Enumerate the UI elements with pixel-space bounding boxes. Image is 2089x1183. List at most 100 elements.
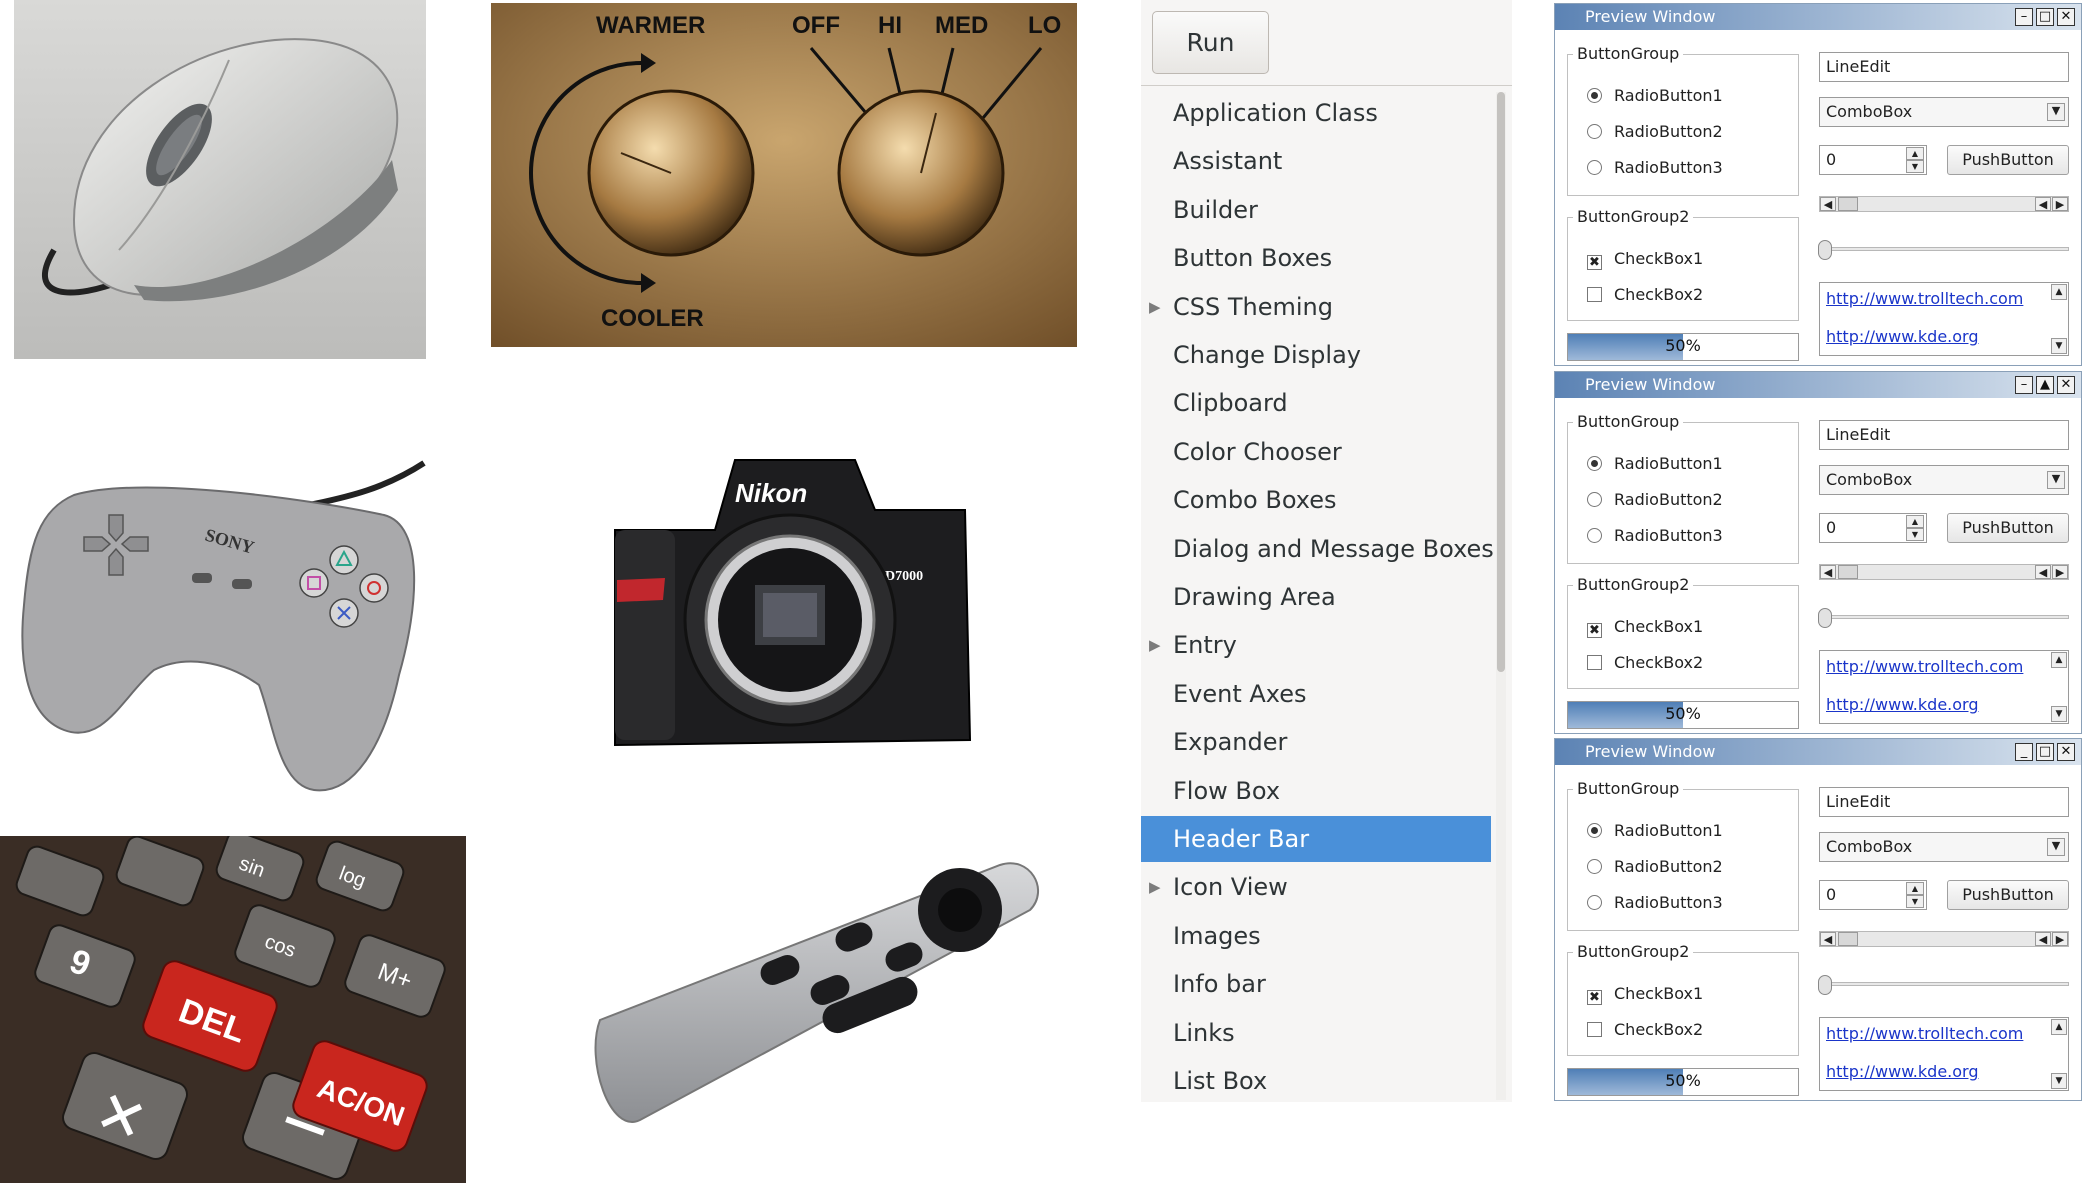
checkbox[interactable]: ✖ CheckBox1	[1587, 615, 1703, 639]
chevron-down-icon[interactable]: ▼	[2047, 103, 2065, 121]
slider-handle[interactable]	[1818, 240, 1832, 260]
maximize-icon[interactable]: □	[2036, 8, 2054, 26]
demo-list-item[interactable]: Images	[1141, 913, 1491, 959]
demo-list-item[interactable]: ▶ Entry	[1141, 622, 1491, 668]
demo-list-item[interactable]: Clipboard	[1141, 380, 1491, 426]
spin-box[interactable]: 0 ▲ ▼	[1819, 880, 1927, 910]
radio-button[interactable]: RadioButton2	[1587, 488, 1723, 512]
spin-up-icon[interactable]: ▲	[1906, 515, 1924, 528]
demo-list-item[interactable]: Assistant	[1141, 138, 1491, 184]
maximize-icon[interactable]: ▲	[2036, 376, 2054, 394]
radio-button[interactable]: RadioButton3	[1587, 524, 1723, 548]
spin-box[interactable]: 0 ▲ ▼	[1819, 145, 1927, 175]
radio-button[interactable]: RadioButton3	[1587, 891, 1723, 915]
scroll-left-icon[interactable]: ◀	[1820, 565, 1836, 579]
scroll-down-icon[interactable]: ▼	[2051, 1073, 2067, 1089]
link-trolltech[interactable]: http://www.trolltech.com	[1826, 1024, 2068, 1044]
close-icon[interactable]: ✕	[2057, 743, 2075, 761]
scroll-right-icon[interactable]: ▶	[2052, 565, 2068, 579]
horizontal-slider[interactable]	[1818, 975, 2069, 995]
scrollbar-thumb[interactable]	[1838, 932, 1858, 946]
demo-list-item[interactable]: Combo Boxes	[1141, 477, 1491, 523]
horizontal-slider[interactable]	[1818, 240, 2069, 260]
radio-button[interactable]: RadioButton2	[1587, 855, 1723, 879]
demo-list-scrollbar-thumb[interactable]	[1497, 92, 1505, 672]
checkbox[interactable]: CheckBox2	[1587, 651, 1703, 675]
radio-indicator-icon[interactable]	[1587, 124, 1602, 139]
spin-down-icon[interactable]: ▼	[1906, 895, 1924, 908]
scroll-left-icon[interactable]: ◀	[1820, 932, 1836, 946]
window-titlebar[interactable]: Preview Window – ▲ ✕	[1555, 372, 2081, 398]
line-edit-field[interactable]: LineEdit	[1819, 420, 2069, 450]
checkbox-indicator-icon[interactable]	[1587, 287, 1602, 302]
line-edit-field[interactable]: LineEdit	[1819, 52, 2069, 82]
radio-indicator-icon[interactable]	[1587, 528, 1602, 543]
demo-list-item[interactable]: Links	[1141, 1010, 1491, 1056]
radio-button[interactable]: RadioButton3	[1587, 156, 1723, 180]
scroll-down-icon[interactable]: ▼	[2051, 338, 2067, 354]
demo-list-item[interactable]: Color Chooser	[1141, 429, 1491, 475]
link-kde[interactable]: http://www.kde.org	[1826, 327, 2068, 347]
checkbox-indicator-icon[interactable]: ✖	[1587, 990, 1602, 1005]
radio-indicator-icon[interactable]	[1587, 823, 1602, 838]
radio-button[interactable]: RadioButton2	[1587, 120, 1723, 144]
expander-arrow-icon[interactable]: ▶	[1149, 864, 1161, 910]
radio-indicator-icon[interactable]	[1587, 160, 1602, 175]
minimize-icon[interactable]: –	[2015, 376, 2033, 394]
demo-list-item[interactable]: Dialog and Message Boxes	[1141, 526, 1494, 572]
slider-handle[interactable]	[1818, 975, 1832, 995]
radio-indicator-icon[interactable]	[1587, 895, 1602, 910]
demo-list-item[interactable]: Header Bar	[1141, 816, 1491, 862]
radio-indicator-icon[interactable]	[1587, 492, 1602, 507]
window-titlebar[interactable]: Preview Window – □ ✕	[1555, 4, 2081, 30]
radio-indicator-icon[interactable]	[1587, 859, 1602, 874]
link-trolltech[interactable]: http://www.trolltech.com	[1826, 657, 2068, 677]
horizontal-slider[interactable]	[1818, 608, 2069, 628]
spin-box[interactable]: 0 ▲ ▼	[1819, 513, 1927, 543]
checkbox[interactable]: ✖ CheckBox1	[1587, 247, 1703, 271]
demo-list-item[interactable]: ▶ CSS Theming	[1141, 284, 1491, 330]
checkbox[interactable]: CheckBox2	[1587, 1018, 1703, 1042]
checkbox[interactable]: CheckBox2	[1587, 283, 1703, 307]
link-kde[interactable]: http://www.kde.org	[1826, 1062, 2068, 1082]
close-icon[interactable]: ✕	[2057, 8, 2075, 26]
scrollbar-thumb[interactable]	[1838, 197, 1858, 211]
scroll-left-icon[interactable]: ◀	[2035, 932, 2051, 946]
radio-indicator-icon[interactable]	[1587, 88, 1602, 103]
demo-list-item[interactable]: Button Boxes	[1141, 235, 1491, 281]
demo-list-item[interactable]: Flow Box	[1141, 768, 1491, 814]
horizontal-scrollbar[interactable]: ◀ ◀ ▶	[1819, 564, 2069, 580]
combo-box[interactable]: ComboBox ▼	[1819, 465, 2069, 495]
combo-box[interactable]: ComboBox ▼	[1819, 832, 2069, 862]
close-icon[interactable]: ✕	[2057, 376, 2075, 394]
scroll-right-icon[interactable]: ▶	[2052, 932, 2068, 946]
spin-down-icon[interactable]: ▼	[1906, 160, 1924, 173]
scroll-down-icon[interactable]: ▼	[2051, 706, 2067, 722]
radio-button[interactable]: RadioButton1	[1587, 452, 1723, 476]
push-button[interactable]: PushButton	[1947, 513, 2069, 543]
scroll-left-icon[interactable]: ◀	[1820, 197, 1836, 211]
expander-arrow-icon[interactable]: ▶	[1149, 284, 1161, 330]
scroll-left-icon[interactable]: ◀	[2035, 197, 2051, 211]
text-browser[interactable]: http://www.trolltech.com http://www.kde.o…	[1819, 282, 2069, 356]
text-browser[interactable]: http://www.trolltech.com http://www.kde.o…	[1819, 1017, 2069, 1091]
minimize-icon[interactable]: –	[2015, 8, 2033, 26]
scroll-left-icon[interactable]: ◀	[2035, 565, 2051, 579]
run-button[interactable]: Run	[1152, 11, 1269, 74]
demo-list-item[interactable]: List Box	[1141, 1058, 1491, 1104]
spin-down-icon[interactable]: ▼	[1906, 528, 1924, 541]
demo-list-item[interactable]: Builder	[1141, 187, 1491, 233]
minimize-icon[interactable]: _	[2015, 743, 2033, 761]
checkbox-indicator-icon[interactable]: ✖	[1587, 255, 1602, 270]
checkbox[interactable]: ✖ CheckBox1	[1587, 982, 1703, 1006]
chevron-down-icon[interactable]: ▼	[2047, 471, 2065, 489]
horizontal-scrollbar[interactable]: ◀ ◀ ▶	[1819, 196, 2069, 212]
expander-arrow-icon[interactable]: ▶	[1149, 622, 1161, 668]
combo-box[interactable]: ComboBox ▼	[1819, 97, 2069, 127]
demo-list-item[interactable]: ▶ Icon View	[1141, 864, 1491, 910]
text-browser[interactable]: http://www.trolltech.com http://www.kde.o…	[1819, 650, 2069, 724]
demo-list-item[interactable]: Drawing Area	[1141, 574, 1491, 620]
demo-list-item[interactable]: Application Class	[1141, 90, 1491, 136]
radio-indicator-icon[interactable]	[1587, 456, 1602, 471]
demo-list-scrollbar[interactable]	[1496, 92, 1506, 1100]
